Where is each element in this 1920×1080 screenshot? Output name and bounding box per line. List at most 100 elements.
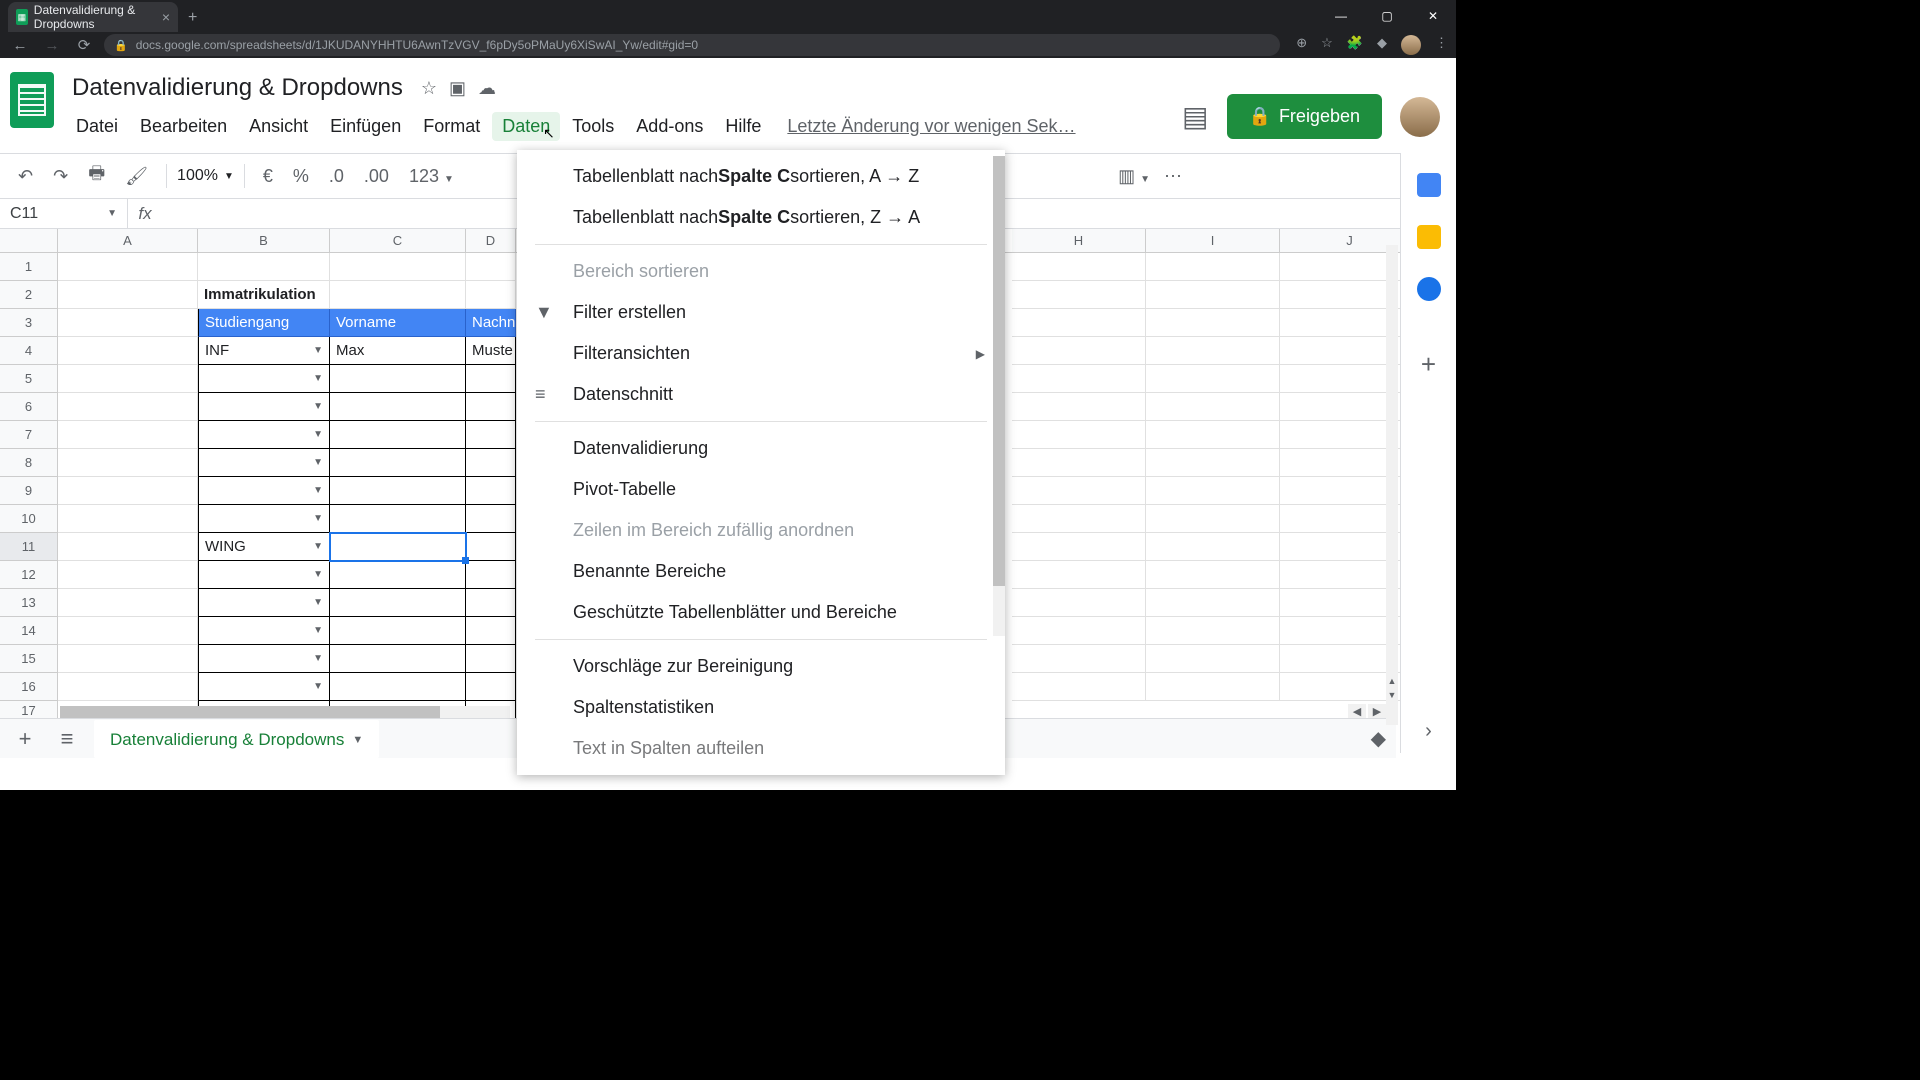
cell-dropdown[interactable]: ▼ [198, 589, 330, 617]
star-icon[interactable]: ☆ [421, 78, 437, 99]
cell[interactable] [1012, 533, 1146, 561]
doc-title[interactable]: Datenvalidierung & Dropdowns [66, 72, 409, 104]
cell[interactable] [58, 589, 198, 617]
cell[interactable] [1012, 477, 1146, 505]
cell[interactable] [58, 645, 198, 673]
extensions-icon[interactable]: 🧩 [1347, 35, 1363, 55]
col-header-d[interactable]: D [466, 229, 516, 252]
cell[interactable] [1146, 505, 1280, 533]
cell[interactable] [1146, 393, 1280, 421]
row-header[interactable]: 16 [0, 673, 58, 701]
expand-panel-icon[interactable]: › [1425, 720, 1432, 743]
redo-icon[interactable]: ↷ [45, 160, 76, 193]
cell[interactable] [1012, 589, 1146, 617]
profile-avatar-small[interactable] [1401, 35, 1421, 55]
cell[interactable] [58, 281, 198, 309]
minimize-icon[interactable]: ― [1318, 0, 1364, 32]
cell[interactable] [1280, 449, 1420, 477]
cell[interactable] [330, 673, 466, 701]
cell[interactable] [1012, 617, 1146, 645]
cell[interactable] [1012, 421, 1146, 449]
cell[interactable] [1146, 281, 1280, 309]
th-studiengang[interactable]: Studiengang [198, 309, 330, 337]
dropdown-arrow-icon[interactable]: ▼ [313, 653, 323, 664]
fill-handle[interactable] [462, 557, 469, 564]
cell[interactable] [330, 449, 466, 477]
menu-named-ranges[interactable]: Benannte Bereiche [517, 551, 1005, 592]
cell[interactable] [466, 561, 516, 589]
cell[interactable] [58, 449, 198, 477]
menu-create-filter[interactable]: ▼Filter erstellen [517, 292, 1005, 333]
cell[interactable] [1012, 281, 1146, 309]
add-addon-icon[interactable]: + [1421, 349, 1436, 380]
row-header[interactable]: 12 [0, 561, 58, 589]
row-header[interactable]: 2 [0, 281, 58, 309]
cell[interactable] [1280, 337, 1420, 365]
zoom-icon[interactable]: ⊕ [1296, 35, 1307, 55]
cell[interactable] [1012, 449, 1146, 477]
browser-tab[interactable]: ▦ Datenvalidierung & Dropdowns × [8, 2, 178, 32]
cell[interactable] [466, 505, 516, 533]
cell[interactable] [1280, 309, 1420, 337]
cell[interactable]: Max [330, 337, 466, 365]
cell[interactable] [1012, 337, 1146, 365]
cell[interactable] [1146, 253, 1280, 281]
cell[interactable] [330, 393, 466, 421]
col-header-b[interactable]: B [198, 229, 330, 252]
cell[interactable] [58, 533, 198, 561]
cell[interactable] [58, 617, 198, 645]
row-header[interactable]: 14 [0, 617, 58, 645]
menu-ansicht[interactable]: Ansicht [239, 112, 318, 141]
menu-datei[interactable]: Datei [66, 112, 128, 141]
cell[interactable] [1280, 589, 1420, 617]
th-nachname[interactable]: Nachn [466, 309, 516, 337]
cell[interactable] [1280, 393, 1420, 421]
cell[interactable] [1146, 309, 1280, 337]
cell[interactable] [58, 253, 198, 281]
cell[interactable] [1146, 533, 1280, 561]
col-header-c[interactable]: C [330, 229, 466, 252]
cell-dropdown[interactable]: ▼ [198, 617, 330, 645]
close-window-icon[interactable]: ✕ [1410, 0, 1456, 32]
cell[interactable] [466, 281, 516, 309]
cell[interactable] [466, 477, 516, 505]
cell[interactable] [58, 561, 198, 589]
tasks-icon[interactable] [1417, 277, 1441, 301]
cell-dropdown[interactable]: INF▼ [198, 337, 330, 365]
sheet-tab[interactable]: Datenvalidierung & Dropdowns▼ [94, 720, 379, 758]
col-header-h[interactable]: H [1012, 229, 1146, 252]
cell[interactable] [1146, 561, 1280, 589]
row-header[interactable]: 1 [0, 253, 58, 281]
row-header[interactable]: 15 [0, 645, 58, 673]
cell[interactable] [466, 253, 516, 281]
cell[interactable] [330, 645, 466, 673]
cell[interactable] [330, 253, 466, 281]
cell-dropdown[interactable]: ▼ [198, 421, 330, 449]
dropdown-arrow-icon[interactable]: ▼ [313, 373, 323, 384]
row-header[interactable]: 10 [0, 505, 58, 533]
menu-sort-desc[interactable]: Tabellenblatt nach Spalte C sortieren, Z… [517, 197, 1005, 238]
cell-dropdown[interactable]: ▼ [198, 365, 330, 393]
row-header[interactable]: 5 [0, 365, 58, 393]
cell[interactable] [466, 393, 516, 421]
cell[interactable] [466, 589, 516, 617]
menu-einfuegen[interactable]: Einfügen [320, 112, 411, 141]
row-header[interactable]: 6 [0, 393, 58, 421]
paint-format-icon[interactable]: 🖌 [117, 160, 156, 193]
cell-selected[interactable] [330, 533, 466, 561]
decrease-decimal-button[interactable]: .0 [321, 160, 352, 193]
cell[interactable] [1012, 309, 1146, 337]
menu-filter-views[interactable]: Filteransichten▶ [517, 333, 1005, 374]
cell[interactable] [1280, 365, 1420, 393]
select-all-corner[interactable] [0, 229, 58, 252]
cell[interactable] [198, 253, 330, 281]
calendar-icon[interactable] [1417, 173, 1441, 197]
menu-addons[interactable]: Add-ons [626, 112, 713, 141]
cell[interactable] [466, 673, 516, 701]
cell[interactable] [1280, 477, 1420, 505]
cell[interactable] [1280, 505, 1420, 533]
cell[interactable] [330, 589, 466, 617]
scroll-down-icon[interactable]: ▼ [1386, 690, 1398, 704]
row-header[interactable]: 4 [0, 337, 58, 365]
all-sheets-button[interactable]: ≡ [52, 726, 82, 752]
